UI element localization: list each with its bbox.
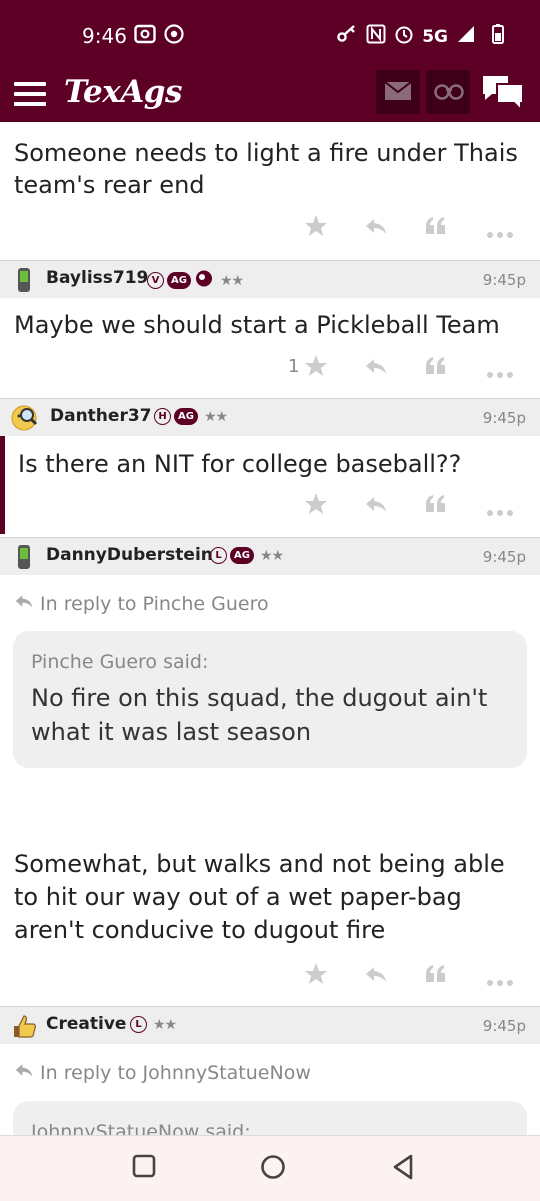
more-options-icon[interactable] (486, 502, 514, 521)
binoculars-button[interactable] (426, 70, 470, 114)
status-bar: 9:46 5G (0, 0, 540, 70)
reply-icon[interactable] (364, 492, 388, 520)
star-icon[interactable] (304, 214, 328, 242)
post-time: 9:45p (482, 1017, 526, 1035)
badge-h: H (154, 408, 171, 425)
like-count: 1 (288, 356, 300, 377)
magnifier-avatar-icon (10, 404, 38, 432)
more-options-icon[interactable] (486, 364, 514, 383)
system-nav-bar (0, 1135, 540, 1201)
post-header: DannyDuberstein L AG ★★ 9:45p (0, 537, 540, 575)
chrome-icon (164, 24, 184, 49)
post-actions (300, 962, 530, 992)
username[interactable]: Danther37 (50, 406, 152, 426)
post-body: Is there an NIT for college baseball?? (18, 450, 462, 478)
badge-l: L (130, 1016, 147, 1033)
recents-square-icon[interactable] (132, 1154, 156, 1182)
home-circle-icon[interactable] (260, 1154, 286, 1184)
user-stars: ★★ (153, 1016, 177, 1033)
username[interactable]: DannyDuberstein (46, 545, 213, 565)
post-actions (300, 492, 530, 522)
screen-record-icon (134, 24, 156, 49)
quote-icon[interactable] (424, 492, 448, 520)
status-time: 9:46 (82, 24, 127, 48)
post-body: Maybe we should start a Pickleball Team (14, 311, 500, 339)
reply-icon (14, 1062, 34, 1084)
post-header: Bayliss719 V AG ★★ 9:45p (0, 260, 540, 298)
post-time: 9:45p (482, 409, 526, 427)
badge-ag: AG (230, 547, 254, 564)
post-body: Someone needs to light a fire under Thai… (14, 139, 518, 199)
quote-text: No fire on this squad, the dugout ain't … (31, 684, 488, 746)
reveille-icon (194, 270, 214, 291)
battery-icon (492, 24, 504, 49)
post-header: Creative L ★★ 9:45p (0, 1006, 540, 1044)
badge-ag: AG (167, 272, 191, 289)
user-stars: ★★ (219, 272, 244, 289)
back-triangle-icon[interactable] (392, 1154, 414, 1184)
chat-icon[interactable] (480, 72, 526, 116)
reply-icon[interactable] (364, 354, 388, 382)
star-icon[interactable] (304, 354, 328, 382)
mail-button[interactable] (376, 70, 420, 114)
post-time: 9:45p (482, 271, 526, 289)
star-icon[interactable] (304, 492, 328, 520)
star-icon[interactable] (304, 962, 328, 990)
post-actions: 1 (288, 354, 530, 384)
user-badges: V AG ★★ (147, 270, 244, 291)
more-options-icon[interactable] (486, 972, 514, 991)
badge-ag: AG (174, 408, 198, 425)
phone-avatar-icon (10, 543, 38, 571)
key-icon (336, 24, 358, 49)
user-badges: H AG ★★ (154, 408, 228, 425)
reply-to-label: In reply to Pinche Guero (40, 593, 269, 615)
more-options-icon[interactable] (486, 224, 514, 243)
user-badges: L ★★ (130, 1016, 177, 1033)
network-label: 5G (422, 26, 448, 47)
menu-icon[interactable] (14, 80, 46, 110)
alarm-icon (394, 24, 414, 49)
reply-reference[interactable]: In reply to JohnnyStatueNow (14, 1061, 311, 1084)
thumbs-up-avatar-icon (10, 1012, 38, 1040)
nfc-icon (366, 24, 386, 49)
quote-box: Pinche Guero said: No fire on this squad… (13, 631, 527, 768)
post-body: Somewhat, but walks and not being able t… (14, 850, 505, 944)
texags-logo[interactable]: TexAgs (64, 74, 182, 110)
user-stars: ★★ (259, 547, 284, 564)
reply-icon (14, 593, 34, 615)
signal-icon (456, 24, 476, 49)
post-actions (300, 214, 530, 244)
username[interactable]: Creative (46, 1014, 126, 1034)
post-time: 9:45p (482, 548, 526, 566)
post-header: Danther37 H AG ★★ 9:45p (0, 398, 540, 436)
badge-v: V (147, 272, 164, 289)
quote-icon[interactable] (424, 962, 448, 990)
user-badges: L AG ★★ (210, 547, 284, 564)
phone-avatar-icon (10, 266, 38, 294)
reply-icon[interactable] (364, 962, 388, 990)
quote-icon[interactable] (424, 354, 448, 382)
badge-l: L (210, 547, 227, 564)
quote-author: Pinche Guero said: (31, 651, 209, 673)
user-stars: ★★ (203, 408, 228, 425)
app-header: TexAgs (0, 70, 540, 122)
quote-icon[interactable] (424, 214, 448, 242)
reply-reference[interactable]: In reply to Pinche Guero (14, 592, 269, 615)
username[interactable]: Bayliss719 (46, 268, 148, 288)
reply-icon[interactable] (364, 214, 388, 242)
reply-to-label: In reply to JohnnyStatueNow (40, 1062, 311, 1084)
